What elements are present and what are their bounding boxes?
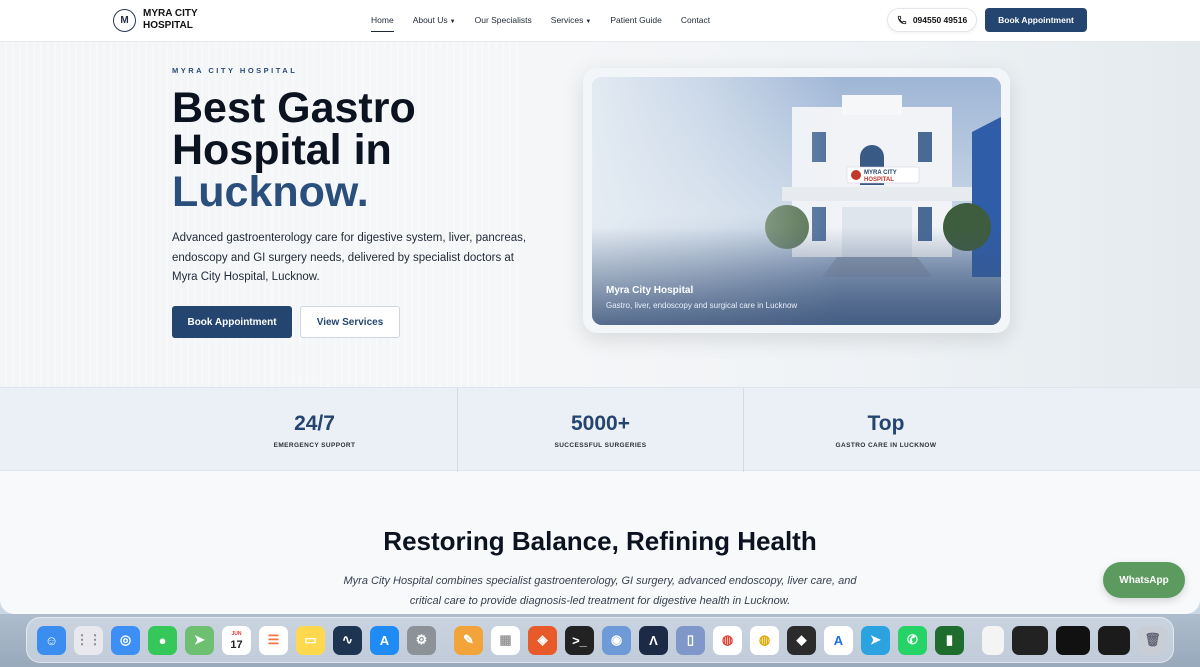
arc-icon[interactable]: Λ (639, 625, 668, 655)
nav-about-label: About Us (412, 15, 448, 25)
photo-caption-title: Myra City Hospital (606, 285, 694, 296)
nav-book-appointment-button[interactable]: Book Appointment (985, 8, 1087, 32)
svg-text:MYRA CITY: MYRA CITY (864, 170, 897, 176)
nav-specialists-label: Our Specialists (474, 15, 532, 25)
stat-surgeries: 5000+ SUCCESSFUL SURGERIES (458, 388, 743, 472)
stats-bar: 24/7 EMERGENCY SUPPORT 5000+ SUCCESSFUL … (0, 387, 1200, 472)
messages-icon[interactable]: ● (148, 625, 177, 655)
app-store-icon[interactable]: A (370, 625, 399, 655)
caret-down-icon: ▼ (449, 19, 456, 25)
phone-number: 094550 49516 (912, 15, 968, 25)
photo-caption-subtitle: Gastro, liver, endoscopy and surgical ca… (606, 301, 798, 310)
nav-guide-label: Patient Guide (610, 15, 662, 25)
nav-home-label: Home (371, 15, 394, 25)
nav-home[interactable]: Home (371, 15, 394, 32)
pages-icon[interactable]: ✎ (454, 625, 483, 655)
hero-book-appointment-button[interactable]: Book Appointment (172, 306, 292, 338)
stat-label: EMERGENCY SUPPORT (273, 442, 356, 449)
brand-logo[interactable]: M MYRA CITY HOSPITAL (113, 8, 213, 32)
nav-services[interactable]: Services ▼ (551, 15, 592, 32)
chrome-canary-icon[interactable]: ◍ (750, 625, 779, 655)
system-settings-icon[interactable]: ⚙ (407, 625, 436, 655)
phone-icon (897, 15, 906, 25)
maps-icon[interactable]: ➤ (185, 625, 214, 655)
stat-label: SUCCESSFUL SURGERIES (554, 442, 647, 449)
stat-top-care: Top GASTRO CARE IN LUCKNOW (744, 388, 1028, 472)
chrome-icon[interactable]: ◍ (713, 625, 742, 655)
reminders-icon[interactable]: ☰ (259, 625, 288, 655)
nav-our-specialists[interactable]: Our Specialists (475, 15, 532, 32)
document-thumbnail[interactable] (982, 625, 1004, 655)
hero-title: Best Gastro Hospital in Lucknow. (172, 84, 532, 216)
brand-name: MYRA CITY HOSPITAL (143, 8, 198, 31)
view-services-button[interactable]: View Services (300, 306, 400, 338)
calendar-day: 17 (230, 639, 243, 651)
nav-services-label: Services (550, 15, 584, 25)
translate-icon[interactable]: A (824, 625, 853, 655)
window-thumbnail[interactable] (1012, 625, 1048, 655)
hero-title-accent: Lucknow. (172, 168, 369, 216)
phone-button[interactable]: 094550 49516 (887, 8, 977, 32)
hospital-photo: MYRA CITY HOSPITAL Myra City Hospital Ga… (592, 77, 1001, 325)
whatsapp-icon[interactable]: ✆ (898, 625, 927, 655)
hero-lead: Advanced gastroenterology care for diges… (172, 232, 527, 283)
safari-icon[interactable]: ◎ (111, 625, 140, 655)
telegram-icon[interactable]: ➤ (861, 625, 890, 655)
hero-title-line1: Best Gastro (172, 84, 416, 132)
cube-icon[interactable]: ◆ (787, 625, 816, 655)
section-intro: Myra City Hospital combines specialist g… (343, 575, 857, 607)
logo-mark: M (113, 8, 136, 32)
caret-down-icon: ▼ (585, 19, 592, 25)
whatsapp-button[interactable]: WhatsApp (1103, 562, 1185, 598)
section-heading: Restoring Balance, Refining Health (383, 526, 817, 556)
main-menu: Home About Us ▼ Our Specialists Services ▼… (371, 15, 729, 32)
nav-patient-guide[interactable]: Patient Guide (610, 15, 662, 32)
top-navbar: M MYRA CITY HOSPITAL Home About Us ▼ Our … (0, 0, 1200, 42)
hero-eyebrow: MYRA CITY HOSPITAL (172, 66, 298, 75)
nav-contact[interactable]: Contact (681, 15, 710, 32)
launchpad-icon[interactable]: ⋮⋮ (74, 625, 103, 655)
simulator-icon[interactable]: ▯ (676, 625, 705, 655)
preview-icon[interactable]: ◉ (602, 625, 631, 655)
calendar-icon[interactable]: JUN 17 (222, 625, 251, 655)
finder-icon[interactable]: ☺ (37, 625, 66, 655)
brave-icon[interactable]: ◈ (528, 625, 557, 655)
stat-value: Top (867, 412, 905, 435)
freeform-icon[interactable]: ∿ (333, 625, 362, 655)
activity-monitor-icon[interactable]: ▮ (935, 625, 964, 655)
notes-icon[interactable]: ▭ (296, 625, 325, 655)
numbers-icon[interactable]: ▦ (491, 625, 520, 655)
stat-label: GASTRO CARE IN LUCKNOW (835, 442, 937, 449)
stat-value: 5000+ (571, 412, 630, 435)
nav-about-us[interactable]: About Us ▼ (413, 15, 456, 32)
nav-contact-label: Contact (680, 15, 711, 25)
browser-page: M MYRA CITY HOSPITAL Home About Us ▼ Our … (0, 0, 1200, 614)
stat-emergency: 24/7 EMERGENCY SUPPORT (172, 388, 457, 472)
trash-icon[interactable]: 🗑 (1138, 625, 1167, 655)
stat-value: 24/7 (294, 412, 335, 435)
svg-text:HOSPITAL: HOSPITAL (864, 177, 894, 183)
window-thumbnail[interactable] (1056, 625, 1090, 655)
macos-dock: ☺ ⋮⋮ ◎ ● ➤ JUN 17 ☰ ▭ ∿ A ⚙ ✎ ▦ ◈ >_ ◉ Λ … (26, 617, 1174, 663)
window-thumbnail[interactable] (1098, 625, 1130, 655)
hero-title-line2: Hospital in (172, 126, 392, 174)
terminal-icon[interactable]: >_ (565, 625, 594, 655)
